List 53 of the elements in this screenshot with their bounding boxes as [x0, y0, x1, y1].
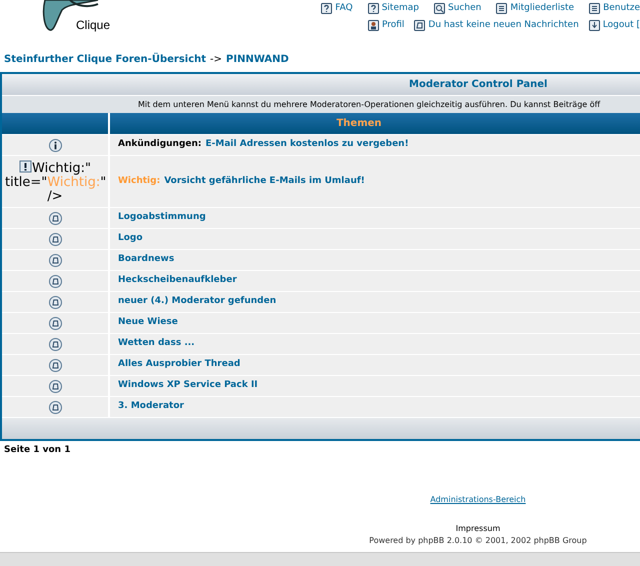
nav-link[interactable]: Mitgliederliste — [496, 2, 574, 16]
imprint-text: Impressum — [456, 522, 500, 534]
topic-link[interactable]: Boardnews — [118, 253, 174, 267]
topic-icon — [48, 316, 62, 330]
topic-link[interactable]: Windows XP Service Pack II — [118, 379, 258, 393]
topic-link[interactable]: Neue Wiese — [118, 316, 178, 330]
topic-link[interactable]: Vorsicht gefährliche E-Mails im Umlauf! — [164, 174, 365, 188]
nav-link[interactable]: Profil — [368, 18, 404, 32]
logout-icon — [588, 20, 600, 31]
nav-link[interactable]: Benutze — [589, 2, 640, 16]
topic-link[interactable]: Wetten dass ... — [118, 337, 195, 351]
topic-icon — [48, 400, 62, 414]
panel-description: Mit dem unteren Menü kannst du mehrere Moderatoren-Operationen gleichzeitig ausführen. Du kannst Beiträge öff — [2, 96, 640, 113]
topic-icon — [48, 338, 62, 350]
nav-link[interactable]: Logout [ — [588, 18, 640, 32]
broken-image-icon — [19, 160, 32, 172]
breadcrumb-link[interactable]: PINNWAND — [226, 52, 289, 67]
topic-link[interactable]: Alles Ausprobier Thread — [118, 358, 240, 372]
topic-link[interactable]: Heckscheibenaufkleber — [118, 274, 237, 288]
topic-link[interactable]: Logo — [118, 232, 143, 246]
topic-icon — [48, 254, 62, 266]
broken-image-alt-text: Wichtig:" title="Wichtig:" /> — [5, 160, 105, 204]
nav-link[interactable]: Du hast keine neuen Nachrichten — [414, 18, 579, 32]
topic-link[interactable]: 3. Moderator — [118, 400, 184, 414]
help-icon — [368, 3, 379, 14]
topic-prefix: Ankündigungen: — [118, 138, 202, 152]
topic-prefix: Wichtig: — [118, 174, 160, 188]
copyright-text: Powered by phpBB 2.0.10 © 2001, 2002 phpBB Group — [369, 534, 587, 546]
user-icon — [368, 20, 379, 31]
nav-link[interactable]: Sitemap — [368, 2, 419, 16]
topic-icon — [48, 212, 62, 224]
breadcrumb-separator: -> — [210, 53, 222, 67]
panel-title: Moderator Control Panel — [2, 74, 640, 96]
admin-link[interactable]: Administrations-Bereich — [430, 494, 526, 506]
nav-link[interactable]: FAQ — [321, 2, 353, 16]
topic-icon — [48, 380, 62, 392]
topic-icon — [48, 296, 62, 308]
topic-icon — [48, 274, 62, 288]
help-icon — [321, 3, 332, 14]
topic-link[interactable]: Logoabstimmung — [118, 211, 206, 225]
column-header: Themen — [110, 113, 640, 134]
logo-text: Clique — [76, 17, 110, 34]
info-icon — [48, 138, 62, 152]
topic-icon — [48, 358, 62, 372]
list-icon — [496, 3, 508, 14]
nav-link[interactable]: Suchen — [434, 2, 482, 16]
pagination-text: Seite 1 von 1 — [3, 444, 72, 457]
breadcrumb-link[interactable]: Steinfurther Clique Foren-Übersicht — [4, 52, 206, 67]
message-icon — [414, 20, 426, 31]
search-icon — [434, 3, 445, 14]
list-icon — [589, 3, 600, 14]
topic-link[interactable]: E-Mail Adressen kostenlos zu vergeben! — [206, 138, 409, 152]
topic-icon — [48, 232, 62, 246]
